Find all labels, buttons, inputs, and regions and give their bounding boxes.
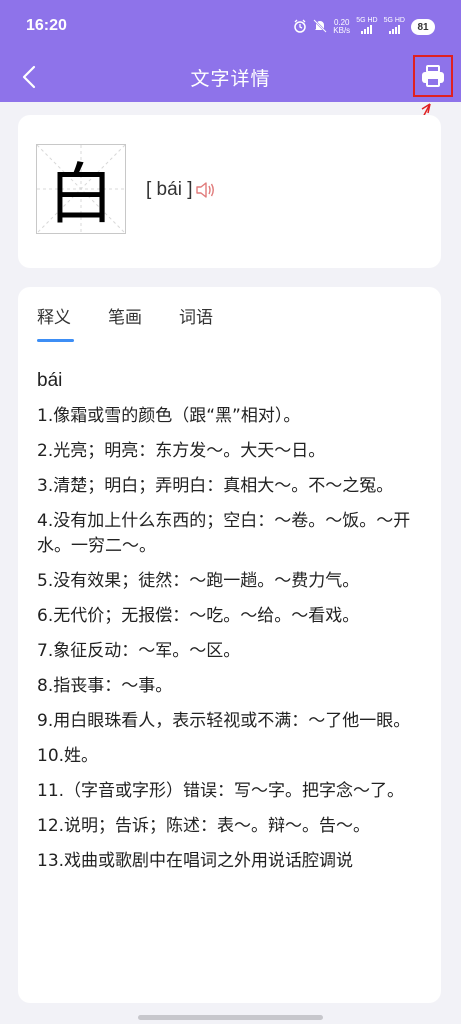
status-bar: 16:20 0.20 KB/s 5G HD 5G HD 81 [0, 0, 461, 52]
status-icons: 0.20 KB/s 5G HD 5G HD 81 [293, 16, 435, 38]
definition-item: 4.没有加上什么东西的；空白：～卷。～饭。～开水。一穷二～。 [37, 511, 411, 556]
speaker-icon[interactable] [194, 180, 216, 200]
signal-1: 5G HD [356, 17, 378, 37]
signal-bars-icon [388, 25, 400, 34]
page-title: 文字详情 [190, 68, 271, 90]
definition-content: bái 1.像霜或雪的颜色（跟“黑”相对）。 2.光亮；明亮：东方发～。大天～日… [37, 370, 429, 884]
definition-item: 10.姓。 [37, 746, 99, 766]
nav-bar: 文字详情 [0, 52, 461, 102]
print-button[interactable] [413, 55, 453, 97]
character-grid: 白 [36, 144, 126, 234]
definition-item: 12.说明；告诉；陈述：表～。辩～。告～。 [37, 816, 371, 836]
speed-unit: KB/s [333, 26, 351, 35]
definition-item: 11.（字音或字形）错误：写～字。把字念～了。 [37, 781, 405, 801]
network-label-2: 5G HD [383, 17, 405, 24]
definition-item: 9.用白眼珠看人，表示轻视或不满：～了他一眼。 [37, 711, 411, 731]
definition-item: 1.像霜或雪的颜色（跟“黑”相对）。 [37, 406, 301, 426]
definition-item: 2.光亮；明亮：东方发～。大天～日。 [37, 441, 326, 461]
definition-item: 6.无代价；无报偿：～吃。～给。～看戏。 [37, 606, 360, 626]
tab-strokes[interactable]: 笔画 [108, 303, 142, 342]
tab-bar: 释义 笔画 词语 [37, 303, 213, 342]
printer-icon [422, 65, 444, 87]
tab-definition[interactable]: 释义 [37, 303, 74, 342]
definition-item: 3.清楚；明白；弄明白：真相大～。不～之冤。 [37, 476, 394, 496]
definition-item: 8.指丧事：～事。 [37, 676, 173, 696]
definition-item: 5.没有效果；徒然：～跑一趟。～费力气。 [37, 571, 360, 591]
pinyin-row: [ bái ] [146, 179, 216, 201]
alarm-icon [293, 19, 307, 36]
mute-icon [313, 18, 327, 36]
definition-item: 13.戏曲或歌剧中在唱词之外用说话腔调说 [37, 851, 354, 871]
definition-item: 7.象征反动：～军。～区。 [37, 641, 241, 661]
signal-2: 5G HD [384, 17, 405, 37]
network-label-1: 5G HD [356, 17, 378, 24]
character-card: 白 [ bái ] [18, 115, 441, 268]
status-time: 16:20 [26, 17, 67, 34]
pinyin-text: [ bái ] [146, 179, 193, 200]
battery-icon: 81 [411, 19, 435, 35]
signal-bars-icon [361, 25, 373, 34]
character-glyph: 白 [48, 156, 114, 233]
home-indicator[interactable] [138, 1015, 323, 1020]
definition-card: 释义 笔画 词语 bái 1.像霜或雪的颜色（跟“黑”相对）。 2.光亮；明亮：… [18, 287, 441, 1003]
definition-pinyin: bái [37, 370, 63, 391]
network-speed: 0.20 KB/s [333, 19, 350, 35]
tab-words[interactable]: 词语 [179, 303, 213, 342]
